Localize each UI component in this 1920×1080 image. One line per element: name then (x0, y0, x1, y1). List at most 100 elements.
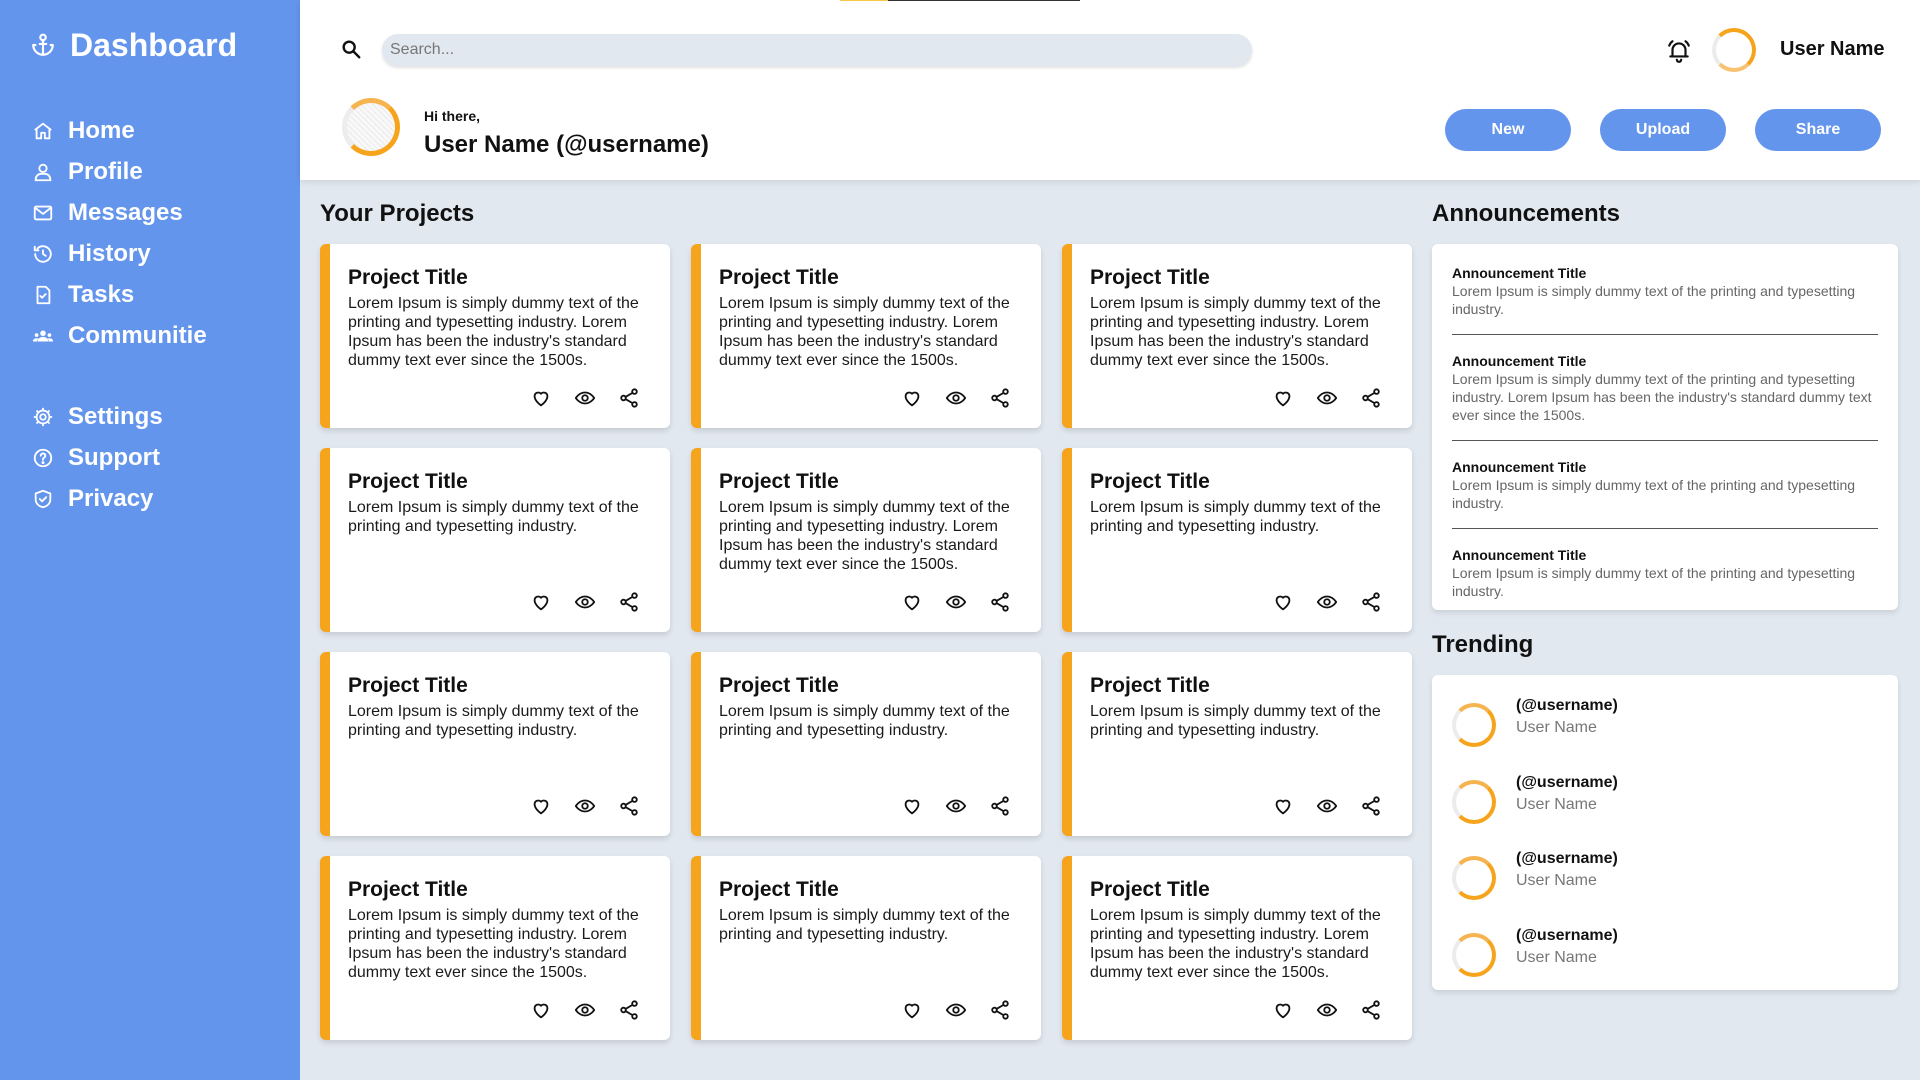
trending-name: User Name (1516, 872, 1597, 889)
sidebar-item-label: Support (68, 443, 160, 471)
project-card[interactable]: Project Title Lorem Ipsum is simply dummy… (691, 856, 1041, 1040)
heart-icon[interactable] (1272, 999, 1294, 1021)
project-card[interactable]: Project Title Lorem Ipsum is simply dummy… (320, 244, 670, 428)
eye-icon[interactable] (945, 795, 967, 817)
announcement-item[interactable]: Announcement Title Lorem Ipsum is simply … (1452, 264, 1878, 335)
trending-item[interactable]: (@username) User Name (1452, 772, 1898, 849)
project-card[interactable]: Project Title Lorem Ipsum is simply dummy… (320, 856, 670, 1040)
project-card[interactable]: Project Title Lorem Ipsum is simply dummy… (1062, 652, 1412, 836)
sidebar-item-profile[interactable]: Profile (32, 151, 207, 192)
heart-icon[interactable] (901, 387, 923, 409)
heart-icon[interactable] (1272, 591, 1294, 613)
project-description: Lorem Ipsum is simply dummy text of the … (1090, 295, 1381, 369)
trending-name: User Name (1516, 719, 1597, 736)
avatar (1452, 932, 1496, 977)
share-icon[interactable] (618, 387, 640, 409)
eye-icon[interactable] (1316, 387, 1338, 409)
eye-icon[interactable] (1316, 795, 1338, 817)
trending-handle: (@username) (1516, 926, 1618, 944)
project-description: Lorem Ipsum is simply dummy text of the … (348, 499, 639, 535)
share-icon[interactable] (618, 591, 640, 613)
trending-item[interactable]: (@username) User Name (1452, 848, 1898, 925)
eye-icon[interactable] (574, 795, 596, 817)
project-card[interactable]: Project Title Lorem Ipsum is simply dummy… (1062, 244, 1412, 428)
heart-icon[interactable] (530, 387, 552, 409)
trending-panel: (@username) User Name (@username) User Name… (1432, 675, 1898, 990)
heart-icon[interactable] (1272, 387, 1294, 409)
project-description: Lorem Ipsum is simply dummy text of the … (719, 499, 1010, 573)
share-icon[interactable] (1360, 387, 1382, 409)
share-icon[interactable] (989, 387, 1011, 409)
project-card[interactable]: Project Title Lorem Ipsum is simply dummy… (1062, 448, 1412, 632)
sidebar-item-messages[interactable]: Messages (32, 192, 207, 233)
share-icon[interactable] (989, 591, 1011, 613)
trending-title: Trending (1432, 631, 1534, 658)
sidebar-item-home[interactable]: Home (32, 110, 207, 151)
trending-user: (@username) User Name (1516, 925, 1618, 969)
announcement-item[interactable]: Announcement Title Lorem Ipsum is simply … (1452, 546, 1878, 616)
avatar[interactable] (1712, 28, 1756, 72)
eye-icon[interactable] (574, 387, 596, 409)
greeting-text: Hi there, (424, 108, 481, 124)
new-button[interactable]: New (1445, 109, 1571, 151)
announcement-item[interactable]: Announcement Title Lorem Ipsum is simply … (1452, 352, 1878, 441)
eye-icon[interactable] (945, 999, 967, 1021)
sidebar-item-history[interactable]: History (32, 233, 207, 274)
brand[interactable]: Dashboard (30, 22, 237, 68)
eye-icon[interactable] (574, 999, 596, 1021)
heart-icon[interactable] (901, 591, 923, 613)
project-actions (1272, 795, 1382, 817)
heart-icon[interactable] (901, 999, 923, 1021)
share-icon[interactable] (989, 795, 1011, 817)
trending-item[interactable]: (@username) User Name (1452, 925, 1898, 1002)
tasks-icon (36, 285, 51, 304)
share-icon[interactable] (618, 999, 640, 1021)
eye-icon[interactable] (945, 387, 967, 409)
share-icon[interactable] (618, 795, 640, 817)
project-actions (1272, 591, 1382, 613)
share-icon[interactable] (1360, 999, 1382, 1021)
heart-icon[interactable] (530, 999, 552, 1021)
project-card[interactable]: Project Title Lorem Ipsum is simply dummy… (691, 244, 1041, 428)
sidebar-item-privacy[interactable]: Privacy (32, 478, 163, 519)
heart-icon[interactable] (530, 795, 552, 817)
heart-icon[interactable] (530, 591, 552, 613)
share-button[interactable]: Share (1755, 109, 1881, 151)
profile-avatar (342, 98, 400, 156)
trending-item[interactable]: (@username) User Name (1452, 695, 1898, 772)
search-icon[interactable] (340, 38, 362, 60)
heart-icon[interactable] (901, 795, 923, 817)
sidebar-item-tasks[interactable]: Tasks (32, 274, 207, 315)
sidebar-item-support[interactable]: Support (32, 437, 163, 478)
project-actions (901, 795, 1011, 817)
announcement-text: Lorem Ipsum is simply dummy text of the … (1452, 371, 1872, 423)
share-icon[interactable] (1360, 591, 1382, 613)
sidebar-item-label: Settings (68, 402, 163, 430)
sidebar-item-communities[interactable]: Communitie (32, 315, 207, 356)
header-username[interactable]: User Name (1780, 38, 1885, 61)
project-card[interactable]: Project Title Lorem Ipsum is simply dummy… (320, 448, 670, 632)
project-card[interactable]: Project Title Lorem Ipsum is simply dummy… (1062, 856, 1412, 1040)
upload-button[interactable]: Upload (1600, 109, 1726, 151)
eye-icon[interactable] (574, 591, 596, 613)
heart-icon[interactable] (1272, 795, 1294, 817)
project-title: Project Title (348, 674, 468, 697)
community-icon (32, 330, 54, 341)
search-input[interactable] (382, 34, 1252, 66)
project-card[interactable]: Project Title Lorem Ipsum is simply dummy… (691, 652, 1041, 836)
sidebar-main-nav: Home Profile Messages History Tasks Comm… (32, 110, 207, 356)
project-title: Project Title (719, 878, 839, 901)
announcement-item[interactable]: Announcement Title Lorem Ipsum is simply … (1452, 458, 1878, 529)
eye-icon[interactable] (1316, 999, 1338, 1021)
project-description: Lorem Ipsum is simply dummy text of the … (719, 703, 1010, 739)
share-icon[interactable] (989, 999, 1011, 1021)
project-title: Project Title (348, 878, 468, 901)
eye-icon[interactable] (1316, 591, 1338, 613)
bell-icon[interactable] (1666, 38, 1692, 64)
project-card[interactable]: Project Title Lorem Ipsum is simply dummy… (691, 448, 1041, 632)
share-icon[interactable] (1360, 795, 1382, 817)
eye-icon[interactable] (945, 591, 967, 613)
sidebar-item-settings[interactable]: Settings (32, 396, 163, 437)
announcements-panel: Announcement Title Lorem Ipsum is simply … (1432, 244, 1898, 610)
project-card[interactable]: Project Title Lorem Ipsum is simply dummy… (320, 652, 670, 836)
